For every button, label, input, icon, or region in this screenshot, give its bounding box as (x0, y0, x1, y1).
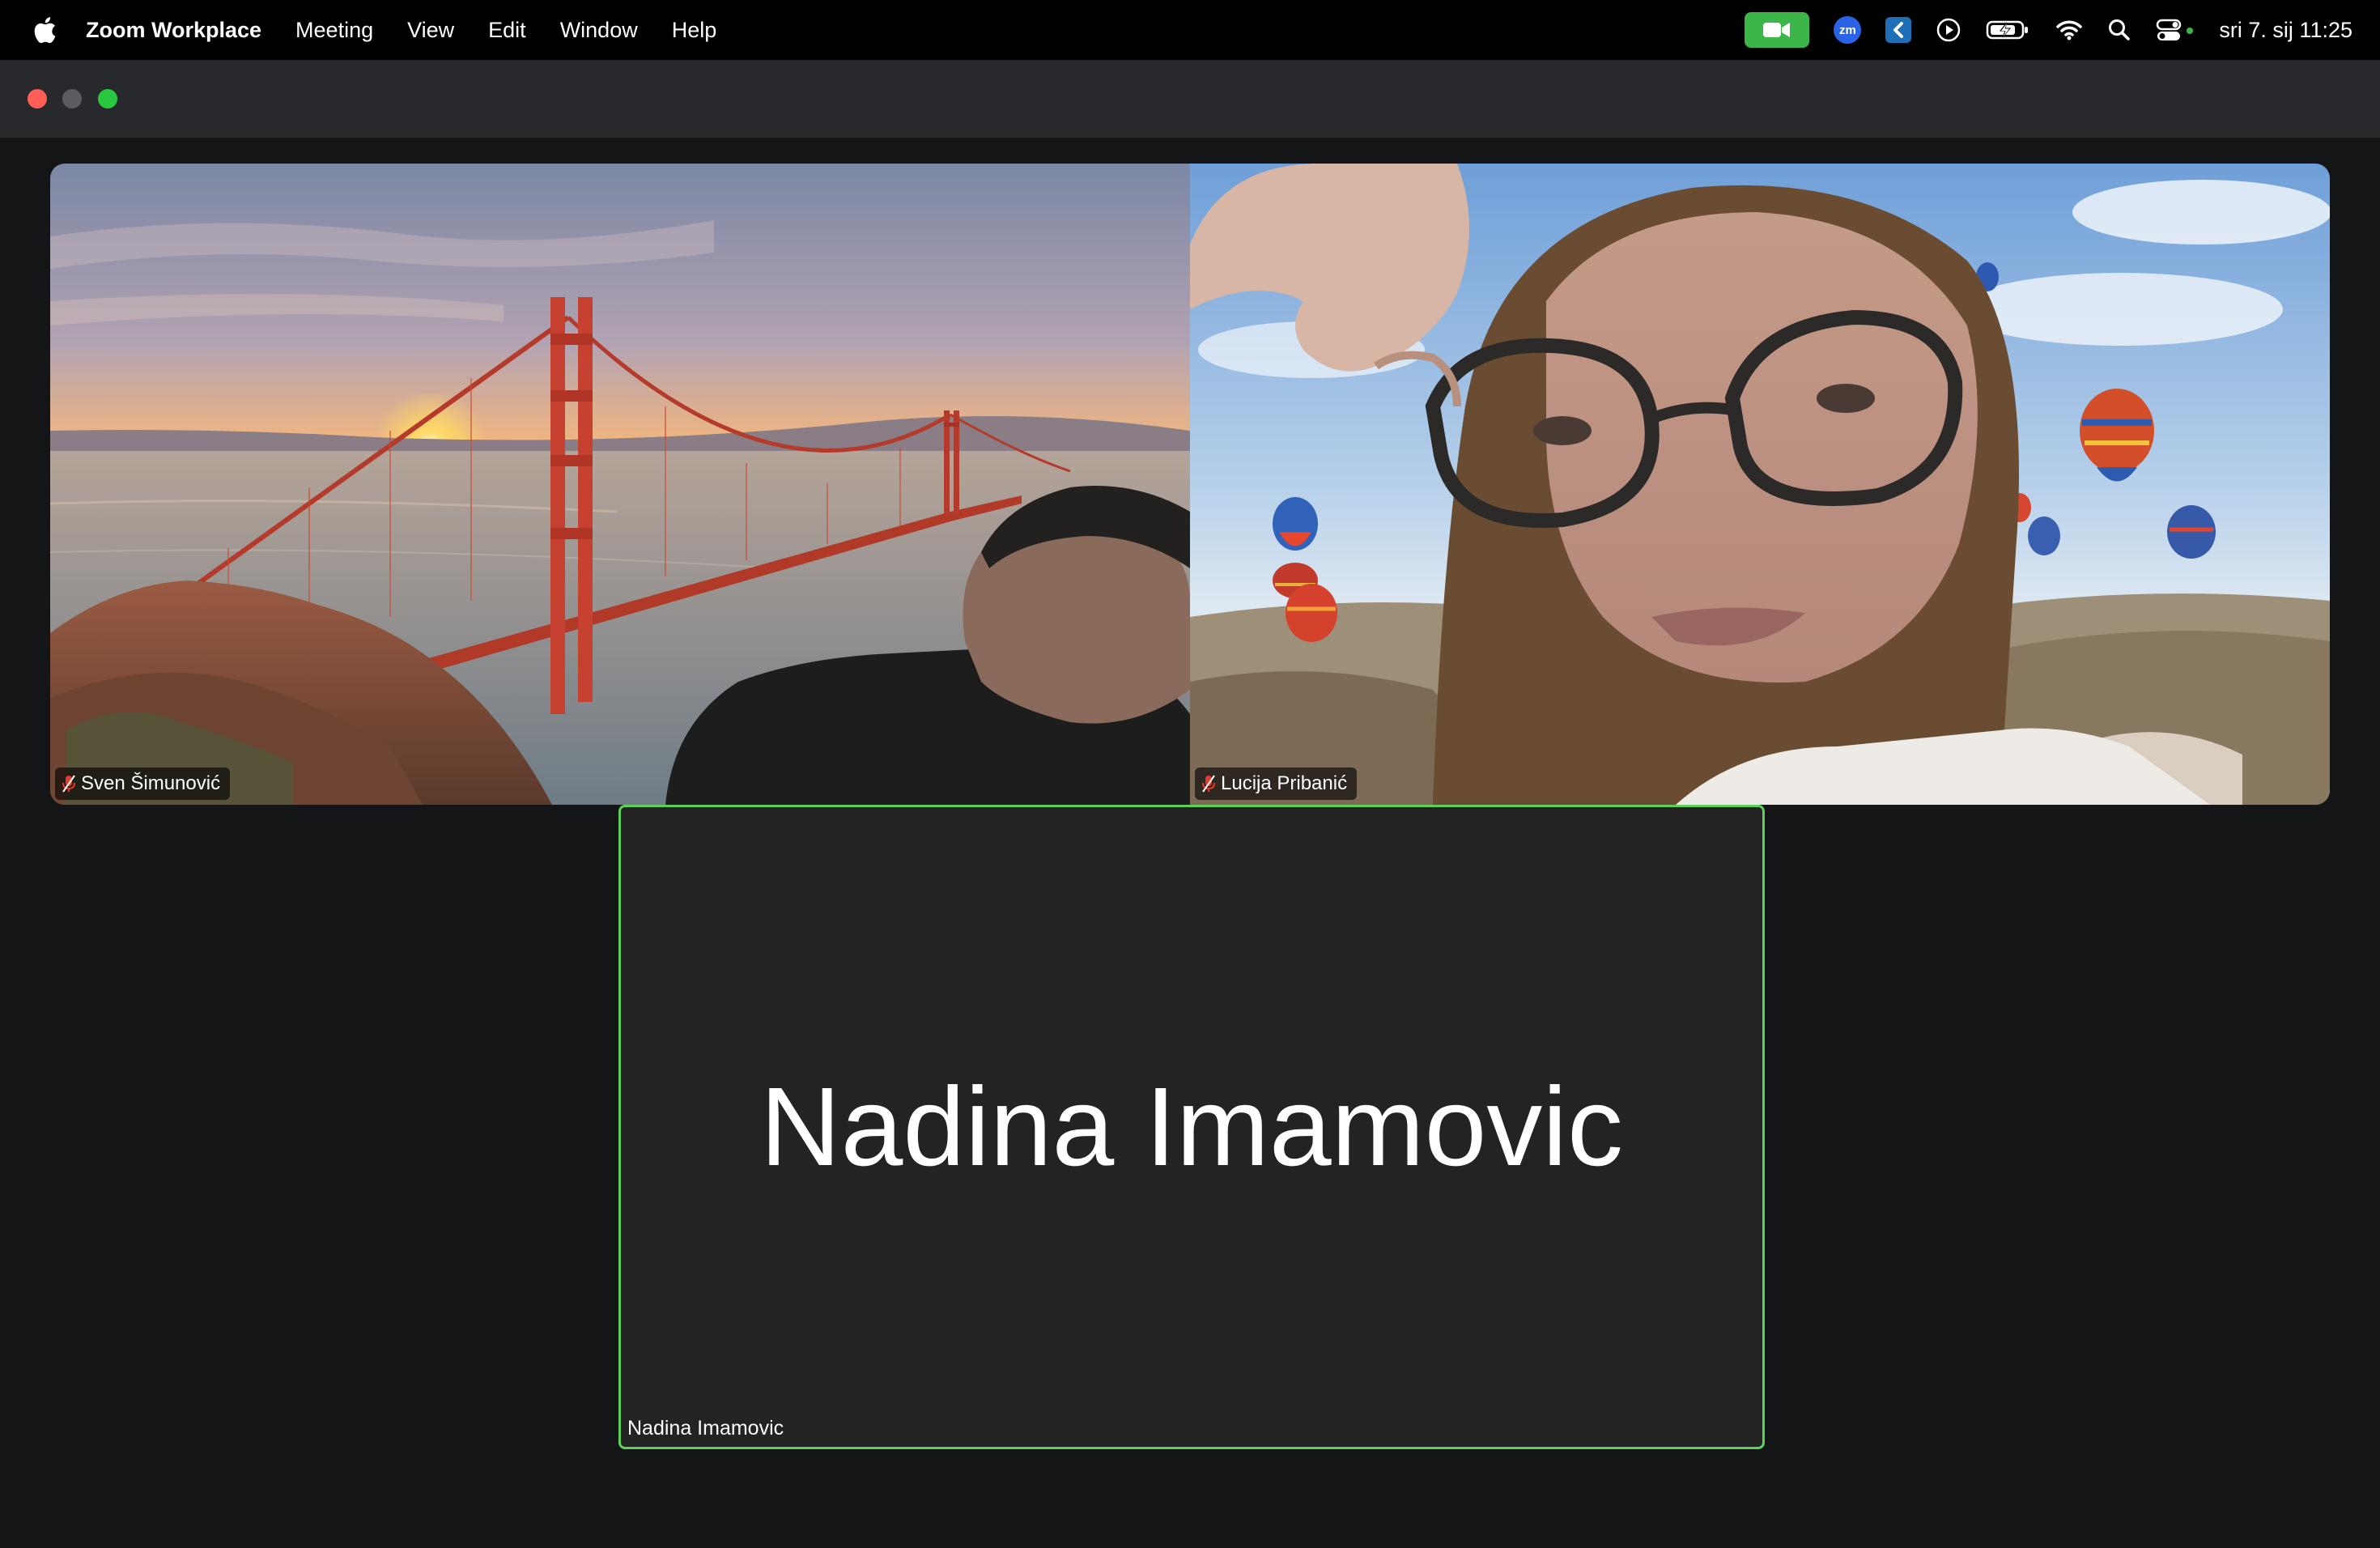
window-titlebar (0, 60, 2380, 138)
participant-name-tag-lucija: Lucija Pribanić (1195, 768, 1358, 800)
participant-video-nadina[interactable]: Nadina Imamovic Nadina Imamovic (618, 805, 1765, 1449)
zoom-camera-icon[interactable] (1745, 12, 1810, 48)
battery-charging-icon[interactable] (1986, 19, 2031, 41)
minimize-window-button[interactable] (62, 89, 82, 108)
participant-video-lucija[interactable]: Lucija Pribanić (1190, 164, 2330, 805)
apple-logo-icon[interactable] (32, 16, 57, 44)
search-icon[interactable] (2107, 18, 2131, 42)
participant-name-tag-nadina: Nadina Imamovic (627, 1417, 784, 1440)
participant-video-sven[interactable]: Sven Šimunović (50, 164, 1190, 805)
zoom-badge-text: zm (1834, 16, 1862, 44)
menu-bar: Zoom Workplace Meeting View Edit Window … (0, 0, 2380, 60)
menu-bar-clock[interactable]: sri 7. sij 11:25 (2219, 18, 2352, 43)
participant-name-tag-sven: Sven Šimunović (55, 768, 231, 800)
menu-bar-status-area: zm sri 7. sij 11:25 (1720, 0, 2352, 60)
participant-name: Lucija Pribanić (1221, 772, 1348, 794)
maximize-window-button[interactable] (98, 89, 117, 108)
menu-edit[interactable]: Edit (488, 18, 526, 43)
k-app-icon[interactable] (1885, 17, 1912, 43)
menu-window[interactable]: Window (560, 18, 638, 43)
zoom-badge-icon[interactable]: zm (1834, 16, 1862, 44)
control-center-icon[interactable] (2156, 18, 2195, 42)
muted-mic-icon (62, 774, 76, 793)
menu-app-name[interactable]: Zoom Workplace (86, 18, 261, 43)
play-icon[interactable] (1936, 17, 1961, 43)
participant-name: Sven Šimunović (81, 772, 221, 794)
muted-mic-icon (1201, 774, 1216, 793)
menu-meeting[interactable]: Meeting (295, 18, 373, 43)
golden-gate-background-image (50, 164, 1190, 805)
menu-help[interactable]: Help (672, 18, 717, 43)
hot-air-balloons-background-image (1190, 164, 2330, 805)
participant-display-name: Nadina Imamovic (759, 1064, 1624, 1189)
wifi-icon[interactable] (2055, 19, 2083, 41)
close-window-button[interactable] (28, 89, 47, 108)
menu-view[interactable]: View (407, 18, 454, 43)
